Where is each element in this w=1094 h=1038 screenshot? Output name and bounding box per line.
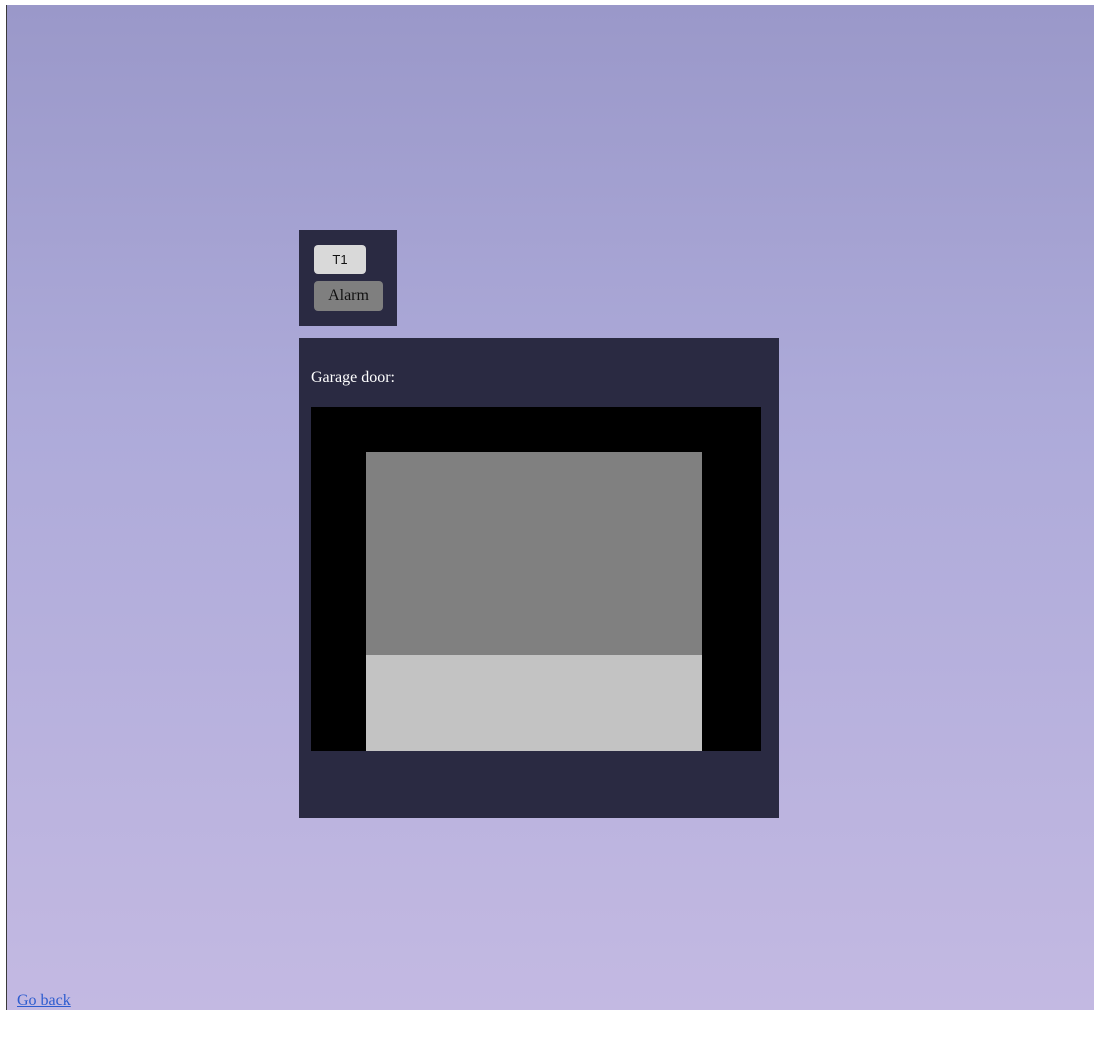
alarm-button[interactable]: Alarm [314,281,383,311]
garage-door [366,452,702,751]
garage-frame [311,407,761,751]
garage-panel: Garage door: [299,338,779,818]
go-back-link[interactable]: Go back [17,992,71,1010]
garage-door-label: Garage door: [311,369,395,386]
garage-door-closed-portion [366,452,702,656]
tab-panel: T1 Alarm [299,230,397,326]
page-background: T1 Alarm Garage door: Go back [6,5,1094,1010]
t1-button[interactable]: T1 [314,245,366,274]
